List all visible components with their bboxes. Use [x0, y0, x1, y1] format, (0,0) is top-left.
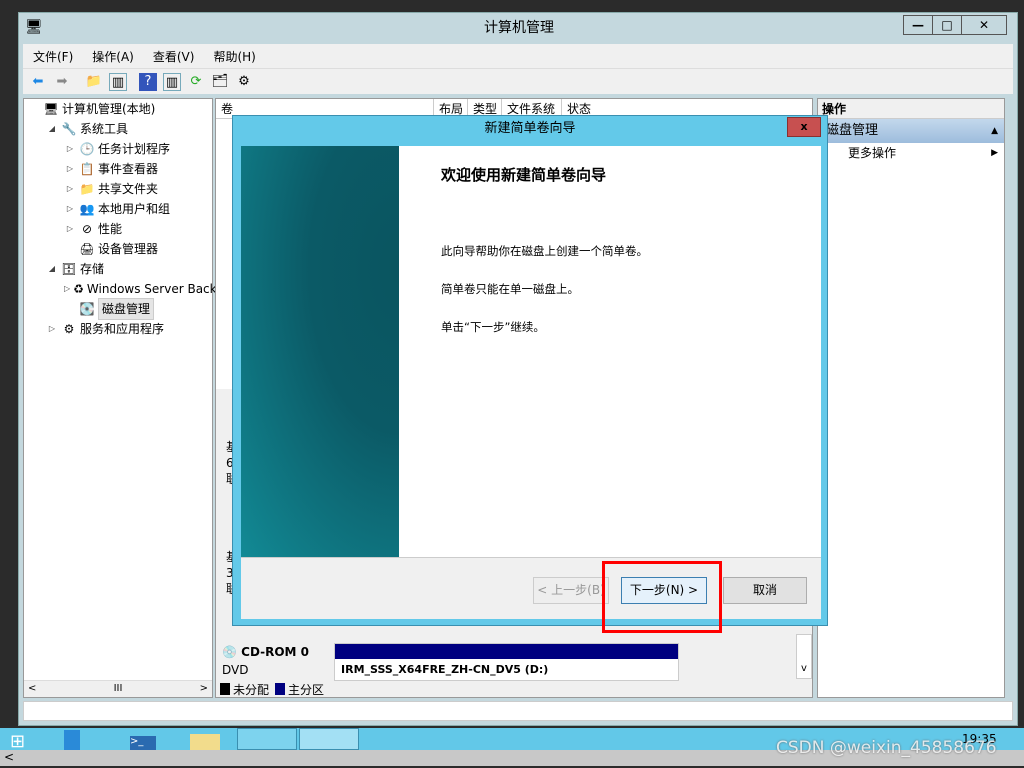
show-hide-tree-icon[interactable]: ▥ — [109, 72, 127, 91]
tree-item-icon: 💽 — [79, 302, 95, 316]
maximize-button[interactable]: □ — [932, 15, 962, 35]
tree-item[interactable]: ▷ 👥 本地用户和组 — [24, 199, 212, 219]
wizard-text-2: 简单卷只能在单一磁盘上。 — [441, 282, 579, 296]
expand-icon[interactable]: ▷ — [64, 139, 76, 159]
tree-item[interactable]: ◢ 🔧 系统工具 — [24, 119, 212, 139]
cdrom-icon: 💿 — [222, 645, 237, 659]
status-bar — [23, 701, 1013, 721]
tree-item-icon: ⊘ — [81, 222, 93, 236]
wizard-heading: 欢迎使用新建简单卷向导 — [441, 166, 607, 184]
tree-item-label: 设备管理器 — [98, 242, 159, 256]
tree-item[interactable]: 💽 磁盘管理 — [24, 298, 212, 320]
legend: 未分配 主分区 — [220, 681, 324, 697]
tree-item-icon: 📁 — [79, 182, 95, 196]
expand-icon[interactable]: ▷ — [64, 219, 76, 239]
tree-horizontal-scrollbar[interactable]: < III > — [24, 680, 212, 697]
menu-view[interactable]: 查看(V) — [143, 48, 204, 65]
tree-item-label: 存储 — [80, 262, 105, 276]
actions-section-disk-management[interactable]: 磁盘管理 ▲ — [818, 119, 1004, 143]
wizard-text-3: 单击“下一步”继续。 — [441, 320, 545, 334]
more-actions-item[interactable]: 更多操作 ▶ — [818, 143, 1004, 163]
highlight-box — [602, 561, 722, 633]
expand-icon[interactable]: ▷ — [64, 179, 76, 199]
help-icon[interactable]: ? — [139, 72, 157, 91]
tree-item-label: 计算机管理(本地) — [62, 102, 156, 116]
tree-item-label: 性能 — [98, 222, 123, 236]
tree-item-icon: ♻ — [73, 282, 84, 296]
settings-icon[interactable]: ⚙ — [235, 73, 253, 91]
actions-header: 操作 — [818, 99, 1004, 119]
actions-pane: 操作 磁盘管理 ▲ 更多操作 ▶ — [817, 98, 1005, 698]
powershell-icon[interactable]: >_ — [130, 736, 156, 750]
menu-bar: 文件(F) 操作(A) 查看(V) 帮助(H) — [23, 44, 1013, 68]
tree-item-icon: 📋 — [79, 162, 95, 176]
tree-item[interactable]: ▷ 📋 事件查看器 — [24, 159, 212, 179]
tree-item-label: 共享文件夹 — [98, 182, 159, 196]
legend-swatch-primary — [275, 683, 286, 695]
window-title: 计算机管理 — [484, 20, 554, 36]
submenu-arrow-icon: ▶ — [991, 148, 998, 158]
tree-item[interactable]: 🖨 设备管理器 — [24, 239, 212, 259]
vertical-scrollbar[interactable]: v — [796, 634, 812, 679]
tree-item[interactable]: ▷ ⊘ 性能 — [24, 219, 212, 239]
up-folder-icon[interactable]: 📁 — [85, 73, 103, 91]
watermark: CSDN @weixin_45858676 — [776, 738, 997, 758]
wizard-content: 欢迎使用新建简单卷向导 此向导帮助你在磁盘上创建一个简单卷。 简单卷只能在单一磁… — [399, 146, 821, 557]
tree-item[interactable]: ▷ 🕒 任务计划程序 — [24, 139, 212, 159]
tree-item-label: Windows Server Back — [86, 282, 217, 296]
dialog-title: 新建简单卷向导 — [484, 121, 576, 136]
close-button[interactable]: ✕ — [961, 15, 1007, 35]
cdrom-disk-label[interactable]: 💿 CD-ROM 0 DVD — [222, 643, 332, 679]
expand-icon[interactable]: ▷ — [64, 279, 70, 299]
expand-icon[interactable]: ◢ — [46, 119, 58, 139]
menu-help[interactable]: 帮助(H) — [203, 48, 264, 65]
wizard-banner-image — [241, 146, 399, 557]
tree-item-icon: 🗄 — [61, 262, 77, 276]
expand-icon[interactable]: ▷ — [64, 159, 76, 179]
cdrom-volume[interactable]: IRM_SSS_X64FRE_ZH-CN_DV5 (D:) — [334, 643, 679, 681]
expand-icon[interactable]: ▷ — [46, 319, 58, 339]
navigation-tree: 🖥 计算机管理(本地) ◢ 🔧 系统工具 ▷ 🕒 任务计划程序 ▷ 📋 事件查看器 ▷ 📁 共享文件夹 ▷ 👥… — [23, 98, 217, 698]
dialog-close-button[interactable]: x — [787, 117, 821, 137]
tree-item[interactable]: ▷ ⚙ 服务和应用程序 — [24, 319, 212, 339]
explorer-icon[interactable] — [190, 734, 220, 750]
tree-item[interactable]: ▷ ♻ Windows Server Back — [24, 279, 217, 299]
forward-arrow-icon[interactable]: ➡ — [53, 73, 71, 91]
properties-icon[interactable]: 🗂 — [211, 73, 229, 91]
wizard-text-1: 此向导帮助你在磁盘上创建一个简单卷。 — [441, 244, 648, 258]
new-simple-volume-wizard-dialog: 新建简单卷向导 x 欢迎使用新建简单卷向导 此向导帮助你在磁盘上创建一个简单卷。… — [232, 115, 828, 626]
expand-icon[interactable]: ◢ — [46, 259, 58, 279]
tree-item[interactable]: ▷ 📁 共享文件夹 — [24, 179, 212, 199]
taskbar-app-wizard[interactable] — [299, 728, 359, 750]
refresh-icon[interactable]: ⟳ — [187, 73, 205, 91]
tree-item-icon: 🖥 — [43, 102, 59, 116]
tree-item[interactable]: ◢ 🗄 存储 — [24, 259, 212, 279]
back-button[interactable]: < 上一步(B) — [533, 577, 609, 604]
minimize-button[interactable]: — — [903, 15, 933, 35]
tree-item-label: 本地用户和组 — [98, 202, 171, 216]
tree-item-label: 事件查看器 — [98, 162, 159, 176]
tree-item-icon: ⚙ — [63, 322, 75, 336]
tree-item-label: 系统工具 — [80, 122, 129, 136]
cancel-button[interactable]: 取消 — [723, 577, 807, 604]
tree-item-icon: 🔧 — [61, 122, 77, 136]
tree-item-icon: 👥 — [79, 202, 95, 216]
expand-icon[interactable]: ▷ — [64, 199, 76, 219]
tree-item-label: 服务和应用程序 — [80, 322, 165, 336]
start-icon[interactable]: ⊞ — [10, 731, 25, 752]
tree-item[interactable]: 🖥 计算机管理(本地) — [24, 99, 212, 119]
show-hide-action-pane-icon[interactable]: ▥ — [163, 72, 181, 91]
server-manager-icon[interactable] — [64, 730, 80, 750]
legend-swatch-unallocated — [220, 683, 230, 695]
menu-action[interactable]: 操作(A) — [82, 48, 143, 65]
back-arrow-icon[interactable]: ⬅ — [29, 73, 47, 91]
tree-item-label: 任务计划程序 — [98, 142, 171, 156]
tree-item-icon: 🕒 — [79, 142, 95, 156]
tree-item-label: 磁盘管理 — [98, 298, 155, 320]
tree-item-icon: 🖨 — [79, 242, 95, 256]
collapse-icon[interactable]: ▲ — [991, 119, 998, 143]
menu-file[interactable]: 文件(F) — [23, 48, 82, 65]
toolbar: ⬅ ➡ 📁 ▥ ? ▥ ⟳ 🗂 ⚙ — [23, 68, 1013, 94]
taskbar-app-computer-management[interactable] — [237, 728, 297, 750]
